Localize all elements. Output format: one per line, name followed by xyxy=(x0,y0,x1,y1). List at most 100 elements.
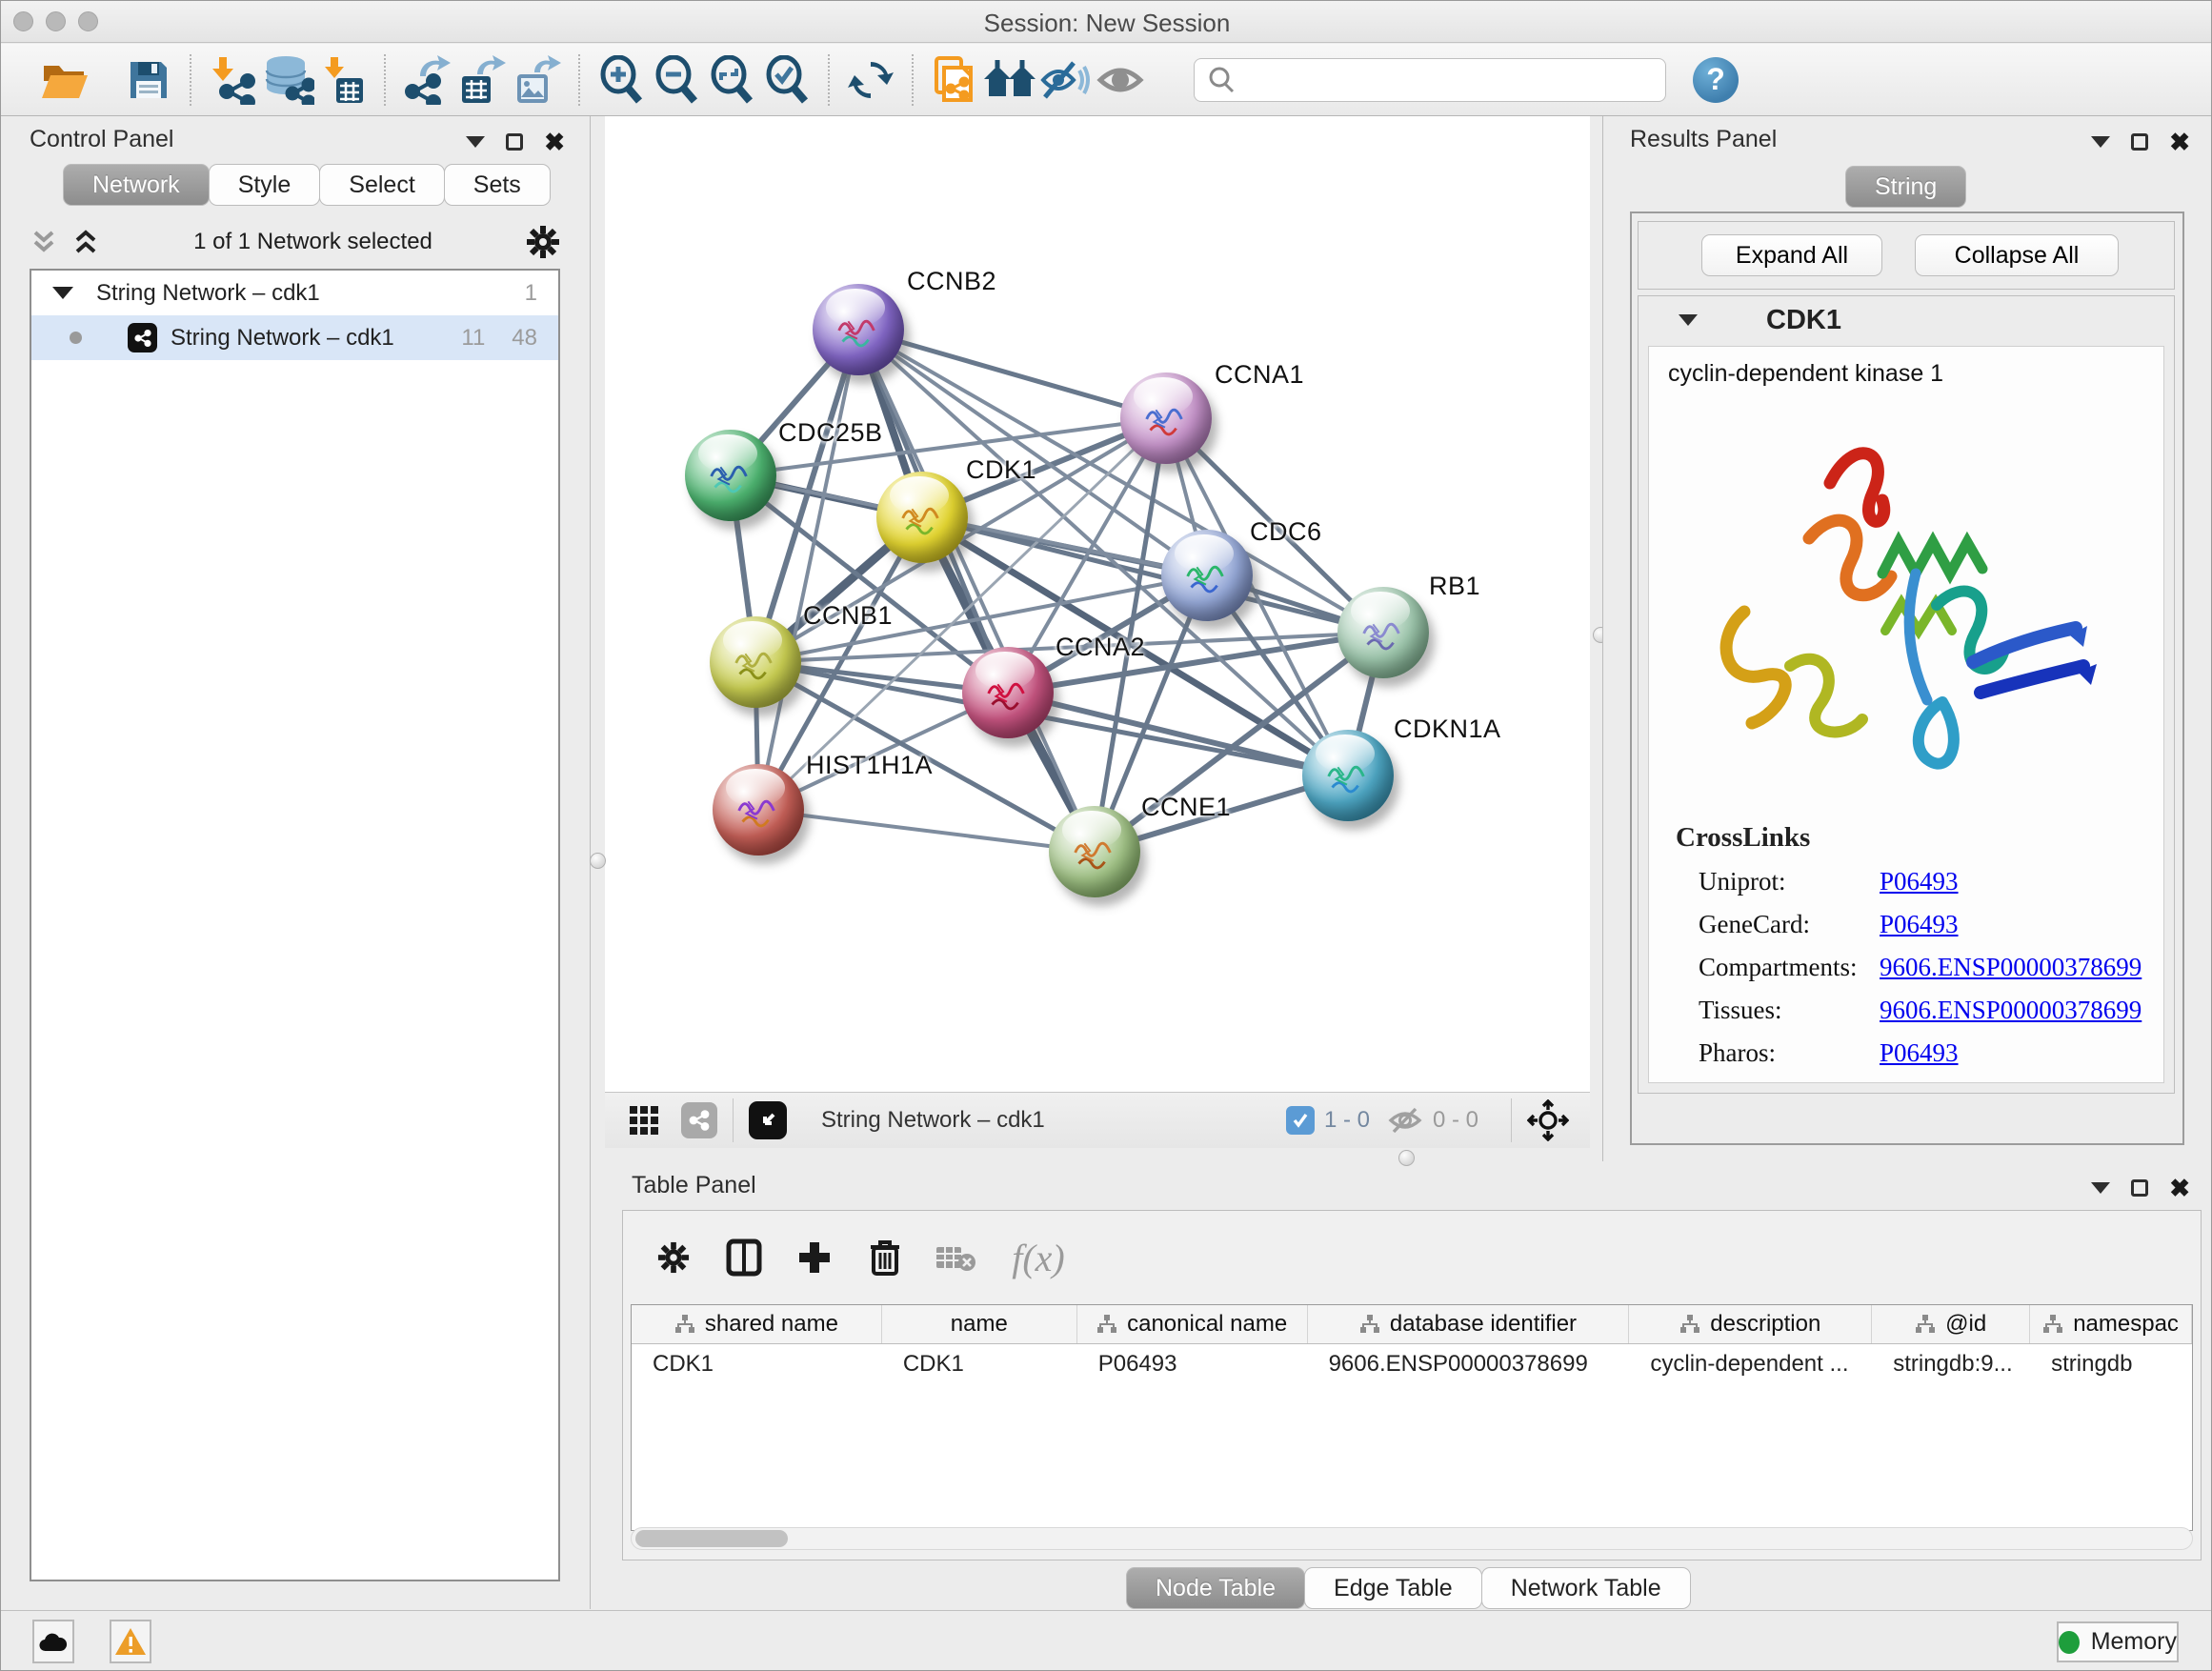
export-network-button[interactable] xyxy=(399,52,454,108)
collapse-all-icon[interactable] xyxy=(30,229,58,255)
node-CDKN1A[interactable] xyxy=(1302,730,1394,821)
close-panel-icon[interactable]: ✖ xyxy=(2169,130,2190,154)
delete-column-button[interactable] xyxy=(850,1238,920,1277)
node-table-container: f(x) shared name name canonical name data… xyxy=(622,1210,2202,1560)
node-CCNB1[interactable] xyxy=(710,616,801,708)
collapse-all-button[interactable]: Collapse All xyxy=(1915,234,2119,276)
tab-network-table[interactable]: Network Table xyxy=(1481,1567,1691,1609)
crosslink-link[interactable]: 9606.ENSP00000378699 xyxy=(1880,953,2142,982)
network-row[interactable]: String Network – cdk1 11 48 xyxy=(31,315,558,360)
collection-expand-icon[interactable] xyxy=(52,287,73,299)
node-RB1[interactable] xyxy=(1337,587,1429,678)
column-header-database-identifier[interactable]: database identifier xyxy=(1308,1305,1630,1343)
close-panel-icon[interactable]: ✖ xyxy=(544,130,565,154)
network-share-view-icon[interactable] xyxy=(681,1102,717,1138)
column-hierarchy-icon xyxy=(1096,1314,1117,1335)
bottom-splitter-handle[interactable] xyxy=(1398,1150,1415,1166)
crosslink-row: GeneCard:P06493 xyxy=(1699,910,2163,939)
node-CCNA1[interactable] xyxy=(1120,372,1212,464)
left-splitter-handle[interactable] xyxy=(590,853,606,869)
tab-edge-table[interactable]: Edge Table xyxy=(1304,1567,1482,1609)
tab-network[interactable]: Network xyxy=(63,164,210,206)
column-header-name[interactable]: name xyxy=(882,1305,1077,1343)
network-selection-status: 1 of 1 Network selected xyxy=(100,229,526,255)
column-header--id[interactable]: @id xyxy=(1872,1305,2030,1343)
tab-style[interactable]: Style xyxy=(209,164,321,206)
column-header-canonical-name[interactable]: canonical name xyxy=(1077,1305,1308,1343)
import-network-button[interactable] xyxy=(205,52,260,108)
table-cell: P06493 xyxy=(1077,1344,1308,1384)
node-CCNE1[interactable] xyxy=(1049,806,1140,897)
scrollbar-thumb[interactable] xyxy=(635,1530,788,1547)
table-horizontal-scrollbar[interactable] xyxy=(631,1527,2193,1550)
node-CDC6[interactable] xyxy=(1161,530,1253,621)
create-column-button[interactable] xyxy=(779,1239,850,1276)
tab-sets[interactable]: Sets xyxy=(444,164,551,206)
float-panel-icon[interactable] xyxy=(2131,1179,2148,1197)
cloud-status-button[interactable] xyxy=(32,1620,74,1663)
network-canvas[interactable]: CCNB2 CCNA1 CDC25B CDK1 CDC6 RB1 xyxy=(605,116,1590,1092)
birds-eye-view-icon[interactable] xyxy=(749,1101,787,1139)
section-gene-name: CDK1 xyxy=(1766,305,1841,336)
show-columns-button[interactable] xyxy=(709,1238,779,1277)
tab-select[interactable]: Select xyxy=(319,164,444,206)
hidden-eye-icon[interactable] xyxy=(1387,1105,1423,1136)
delete-table-button[interactable] xyxy=(920,1241,991,1274)
node-HIST1H1A[interactable] xyxy=(713,764,804,856)
toolbar-separator xyxy=(912,54,914,106)
function-builder-button[interactable]: f(x) xyxy=(991,1236,1086,1280)
pan-crosshair-icon[interactable] xyxy=(1527,1099,1569,1141)
column-label: name xyxy=(951,1311,1008,1338)
expand-all-icon[interactable] xyxy=(71,229,100,255)
string-home-button[interactable] xyxy=(982,52,1037,108)
panel-menu-icon[interactable] xyxy=(2091,1182,2110,1194)
node-CCNB2[interactable] xyxy=(813,284,904,375)
warnings-button[interactable] xyxy=(110,1620,151,1663)
zoom-selected-button[interactable] xyxy=(759,52,814,108)
network-collection-row[interactable]: String Network – cdk1 1 xyxy=(31,271,558,315)
title-bar: Session: New Session xyxy=(1,1,2212,43)
save-session-button[interactable] xyxy=(121,52,176,108)
open-session-button[interactable] xyxy=(37,52,92,108)
hide-glass-effect-button[interactable] xyxy=(1037,52,1093,108)
show-hide-button[interactable] xyxy=(1093,52,1148,108)
window-title: Session: New Session xyxy=(1,9,2212,38)
column-header-shared-name[interactable]: shared name xyxy=(632,1305,882,1343)
node-CDC25B[interactable] xyxy=(685,430,776,521)
network-options-gear-icon[interactable] xyxy=(526,225,560,259)
panel-menu-icon[interactable] xyxy=(466,136,485,148)
crosslink-link[interactable]: P06493 xyxy=(1880,910,1959,939)
column-header-namespac[interactable]: namespac xyxy=(2030,1305,2192,1343)
search-input[interactable] xyxy=(1246,67,1646,93)
import-table-button[interactable] xyxy=(315,52,371,108)
section-collapse-icon[interactable] xyxy=(1679,314,1698,326)
apply-style-button[interactable] xyxy=(843,52,898,108)
memory-button[interactable]: Memory xyxy=(2057,1621,2179,1662)
crosslink-link[interactable]: P06493 xyxy=(1880,1038,1959,1068)
crosslink-link[interactable]: 9606.ENSP00000378699 xyxy=(1880,996,2142,1025)
tab-string[interactable]: String xyxy=(1845,166,1966,208)
node-CDK1[interactable] xyxy=(876,472,968,563)
clone-network-button[interactable] xyxy=(927,52,982,108)
node-CCNA2[interactable] xyxy=(962,647,1054,738)
expand-all-button[interactable]: Expand All xyxy=(1701,234,1882,276)
crosslink-link[interactable]: P06493 xyxy=(1880,867,1959,896)
help-button[interactable]: ? xyxy=(1693,57,1739,103)
table-options-button[interactable] xyxy=(638,1241,709,1274)
panel-menu-icon[interactable] xyxy=(2091,136,2110,148)
float-panel-icon[interactable] xyxy=(2131,133,2148,151)
grid-view-icon[interactable] xyxy=(628,1104,660,1137)
column-header-description[interactable]: description xyxy=(1629,1305,1872,1343)
zoom-in-button[interactable] xyxy=(593,52,649,108)
export-image-button[interactable] xyxy=(510,52,565,108)
import-network-from-database-button[interactable] xyxy=(260,52,315,108)
selected-nodes-checkbox[interactable] xyxy=(1286,1106,1315,1135)
zoom-fit-button[interactable] xyxy=(704,52,759,108)
export-table-button[interactable] xyxy=(454,52,510,108)
cdk1-details: cyclin-dependent kinase 1 xyxy=(1648,346,2164,1083)
close-panel-icon[interactable]: ✖ xyxy=(2169,1176,2190,1200)
float-panel-icon[interactable] xyxy=(506,133,523,151)
zoom-out-button[interactable] xyxy=(649,52,704,108)
table-row[interactable]: CDK1CDK1P064939606.ENSP00000378699cyclin… xyxy=(632,1344,2192,1384)
tab-node-table[interactable]: Node Table xyxy=(1126,1567,1305,1609)
